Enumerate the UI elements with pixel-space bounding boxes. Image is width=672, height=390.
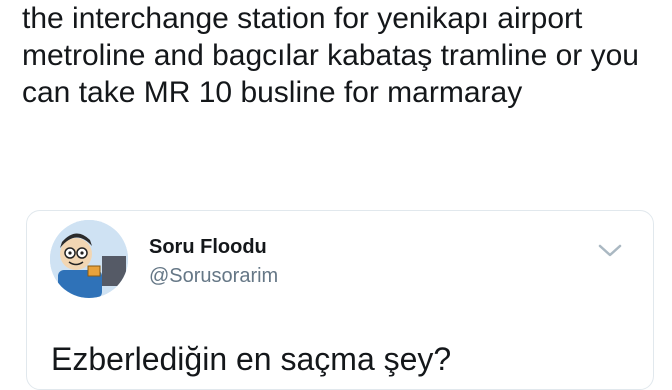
chevron-down-icon[interactable] xyxy=(597,241,623,261)
quoted-tweet-text: Ezberlediğin en saçma şey? xyxy=(51,341,452,377)
quoted-tweet-card[interactable]: Soru Floodu @Sorusorarim Ezberlediğin en… xyxy=(26,210,654,390)
cartoon-character-avatar-icon xyxy=(50,220,128,298)
quoted-author-name[interactable]: Soru Floodu xyxy=(149,236,267,259)
quoted-author-handle[interactable]: @Sorusorarim xyxy=(149,265,278,288)
reply-tweet-text: the interchange station for yenikapı air… xyxy=(22,2,639,109)
avatar[interactable] xyxy=(50,220,128,298)
